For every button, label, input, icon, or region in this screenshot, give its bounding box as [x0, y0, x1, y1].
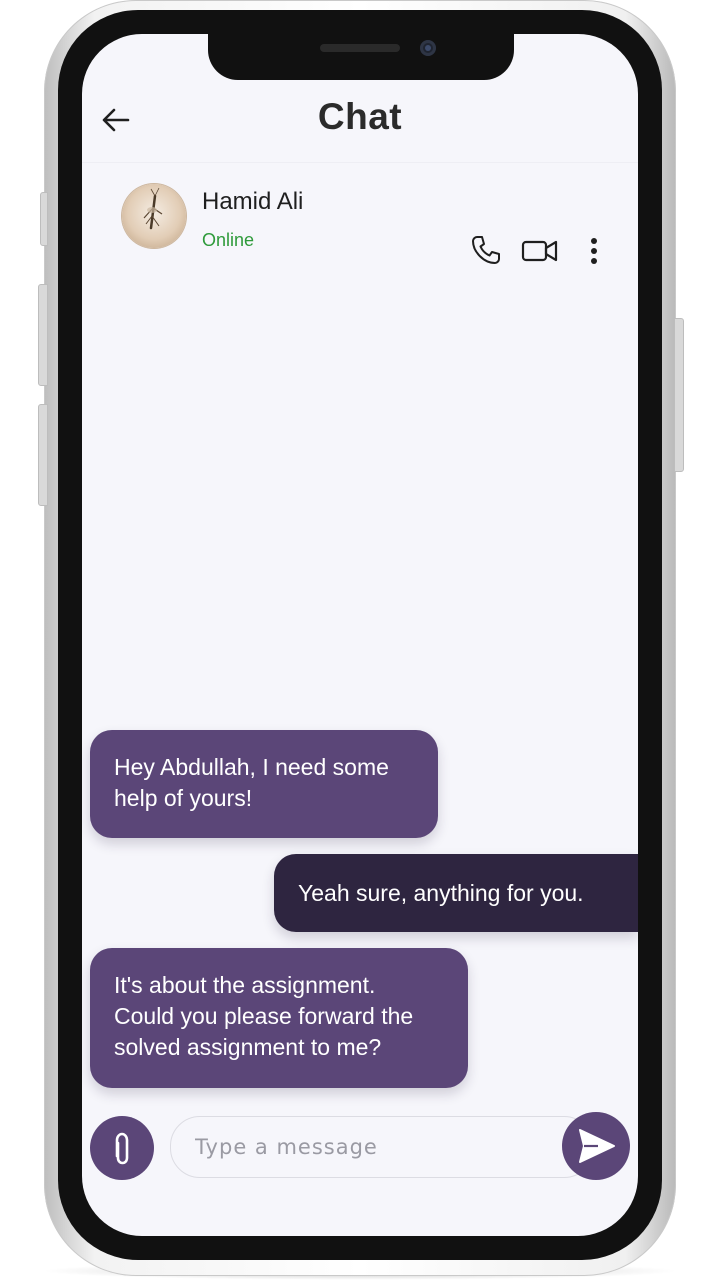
speaker-grille [320, 44, 400, 52]
message-bubble-outgoing: Yeah sure, anything for you. [274, 854, 638, 932]
voice-call-button[interactable] [468, 232, 504, 268]
header-divider [82, 162, 638, 163]
message-composer [82, 1108, 638, 1188]
message-line: Yeah sure, anything for you. [298, 880, 584, 906]
message-line: It's about the assignment. [114, 972, 376, 998]
avatar[interactable] [122, 184, 186, 248]
send-button[interactable] [562, 1112, 630, 1180]
paperclip-icon [115, 1132, 129, 1165]
avatar-image [143, 187, 163, 230]
contact-status: Online [202, 230, 255, 250]
phone-side-button [38, 404, 48, 506]
chat-screen: Chat Hamid Ali Online Hey Abdullah, I ne… [82, 34, 638, 1236]
contact-bar: Hamid Ali Online [82, 180, 638, 264]
video-camera-icon [521, 240, 558, 262]
phone-notch [208, 14, 514, 80]
message-line: solved assignment to me? [114, 1034, 382, 1060]
message-line: help of yours! [114, 785, 253, 811]
send-icon [579, 1129, 615, 1163]
phone-side-button [38, 284, 48, 386]
chat-header: Chat [82, 94, 638, 164]
phone-side-button [40, 192, 48, 246]
message-bubble-incoming: Hey Abdullah, I need some help of yours! [90, 730, 438, 838]
message-line: Hey Abdullah, I need some [114, 754, 389, 780]
contact-name: Hamid Ali [202, 188, 304, 215]
video-call-button[interactable] [520, 234, 560, 268]
phone-side-button [674, 318, 684, 472]
front-camera [420, 40, 436, 56]
message-line: Could you please forward the [114, 1003, 414, 1029]
page-title: Chat [317, 96, 403, 137]
more-vertical-icon [591, 238, 597, 264]
attach-button[interactable] [90, 1116, 154, 1180]
message-bubble-incoming: It's about the assignment. Could you ple… [90, 948, 468, 1088]
message-input[interactable] [170, 1116, 594, 1178]
more-options-button[interactable] [582, 234, 606, 268]
phone-icon [472, 236, 500, 264]
